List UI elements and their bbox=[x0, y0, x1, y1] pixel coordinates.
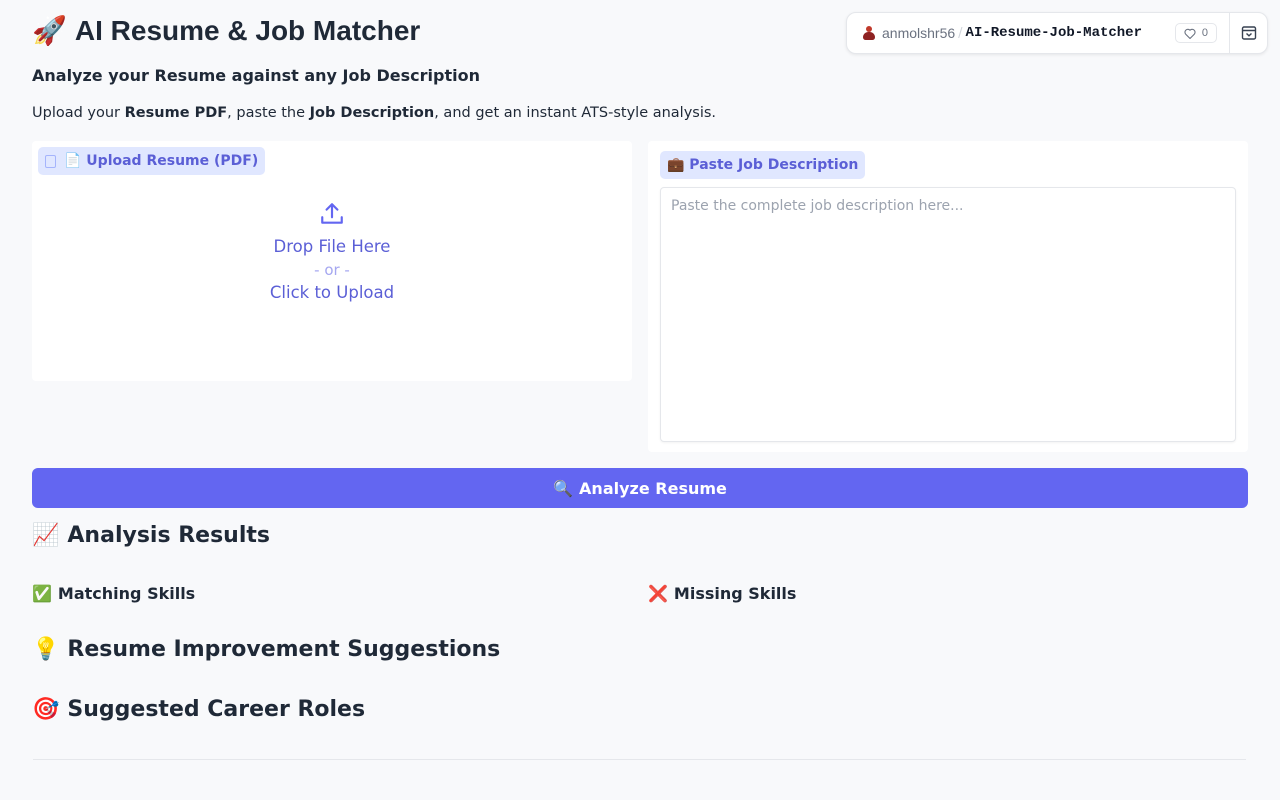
page-title-text: AI Resume & Job Matcher bbox=[74, 14, 421, 46]
intro-part: , paste the bbox=[227, 105, 310, 121]
like-count: 0 bbox=[1201, 27, 1208, 39]
analyze-resume-button[interactable]: 🔍 Analyze Resume bbox=[32, 468, 1248, 508]
job-description-input[interactable] bbox=[660, 187, 1236, 442]
divider bbox=[33, 759, 1246, 760]
upload-panel: 📄 Upload Resume (PDF) Drop File Here - o… bbox=[32, 141, 632, 381]
light-bulb-icon: 💡 bbox=[32, 637, 60, 662]
upload-icon bbox=[321, 203, 343, 224]
click-to-upload-text[interactable]: Click to Upload bbox=[270, 283, 394, 302]
page-title: 🚀 AI Resume & Job Matcher bbox=[32, 14, 420, 47]
magnifier-icon: 🔍 bbox=[553, 478, 574, 498]
page-subtitle: Analyze your Resume against any Job Desc… bbox=[32, 66, 480, 85]
drop-or-text: - or - bbox=[314, 261, 350, 279]
space-owner[interactable]: anmolshr56 bbox=[882, 25, 955, 41]
rocket-icon: 🚀 bbox=[32, 14, 67, 47]
space-badge: anmolshr56 / AI-Resume-Job-Matcher 0 bbox=[846, 12, 1268, 54]
upload-label: 📄 Upload Resume (PDF) bbox=[38, 147, 266, 175]
space-separator: / bbox=[958, 25, 963, 41]
file-icon bbox=[45, 154, 56, 168]
check-mark-icon: ✅ bbox=[32, 584, 52, 603]
space-link[interactable]: anmolshr56 / AI-Resume-Job-Matcher bbox=[847, 13, 1165, 53]
intro-bold: Resume PDF bbox=[124, 105, 228, 121]
missing-skills-heading: ❌ Missing Skills bbox=[648, 584, 796, 603]
job-description-panel: 💼 Paste Job Description bbox=[648, 141, 1248, 452]
missing-skills-text: Missing Skills bbox=[673, 584, 797, 603]
suggestions-heading: 💡 Resume Improvement Suggestions bbox=[32, 637, 500, 662]
analysis-results-text: Analysis Results bbox=[67, 523, 270, 548]
intro-part: , and get an instant ATS-style analysis. bbox=[434, 105, 717, 121]
analysis-results-heading: 📈 Analysis Results bbox=[32, 523, 270, 548]
matching-skills-heading: ✅ Matching Skills bbox=[32, 584, 195, 603]
chart-increasing-icon: 📈 bbox=[32, 523, 60, 548]
collapse-button[interactable] bbox=[1229, 13, 1267, 53]
intro-text: Upload your Resume PDF, paste the Job De… bbox=[32, 105, 716, 121]
user-avatar-icon bbox=[861, 25, 877, 41]
intro-part: Upload your bbox=[32, 105, 125, 121]
career-roles-heading: 🎯 Suggested Career Roles bbox=[32, 697, 365, 722]
file-drop-zone[interactable]: Drop File Here - or - Click to Upload bbox=[32, 201, 632, 331]
job-description-label: 💼 Paste Job Description bbox=[660, 151, 866, 179]
upload-label-text: 📄 Upload Resume (PDF) bbox=[64, 153, 259, 169]
drop-file-text: Drop File Here bbox=[273, 237, 391, 256]
analyze-button-label: Analyze Resume bbox=[579, 478, 727, 498]
cross-mark-icon: ❌ bbox=[648, 584, 668, 603]
space-repo-name[interactable]: AI-Resume-Job-Matcher bbox=[966, 25, 1142, 41]
suggestions-text: Resume Improvement Suggestions bbox=[67, 637, 501, 662]
intro-bold: Job Description bbox=[309, 105, 435, 121]
career-roles-text: Suggested Career Roles bbox=[67, 697, 366, 722]
matching-skills-text: Matching Skills bbox=[57, 584, 196, 603]
like-button[interactable]: 0 bbox=[1174, 23, 1217, 43]
target-icon: 🎯 bbox=[32, 697, 60, 722]
collapse-icon bbox=[1241, 26, 1256, 40]
heart-icon bbox=[1184, 28, 1196, 39]
